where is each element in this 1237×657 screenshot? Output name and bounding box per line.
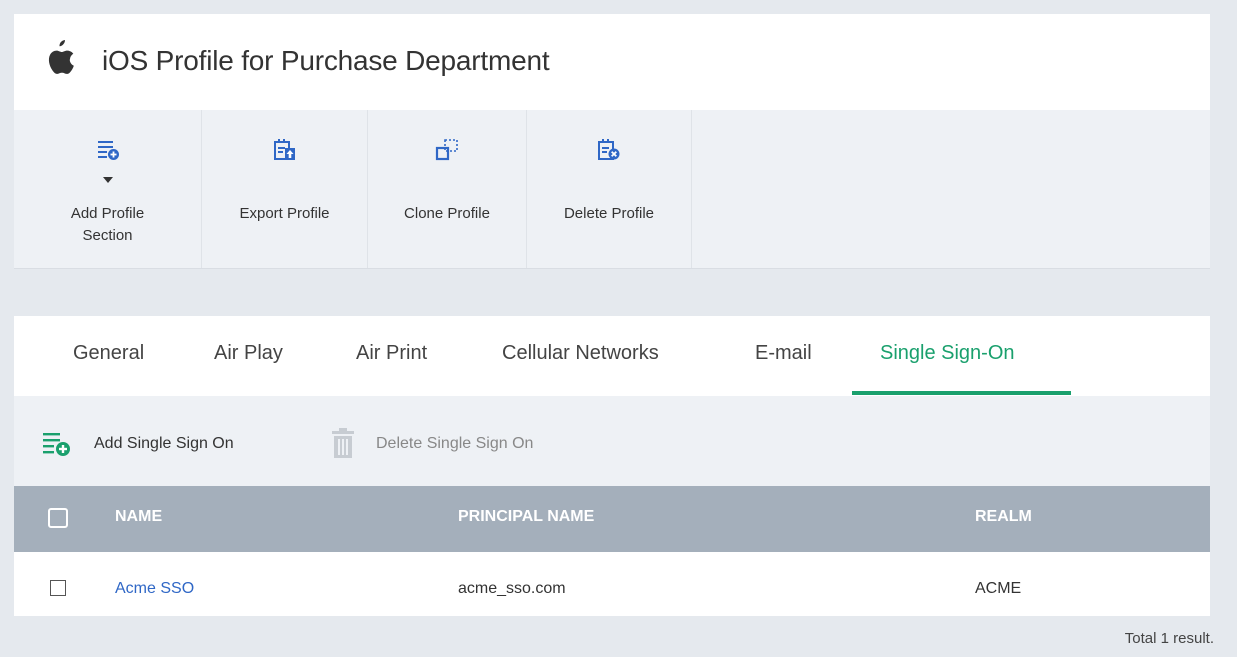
row-checkbox[interactable] (50, 580, 66, 596)
export-profile-label: Export Profile (239, 205, 330, 222)
export-icon (273, 139, 295, 160)
delete-profile-button[interactable]: Delete Profile (527, 110, 692, 268)
add-list-icon (43, 433, 70, 456)
row-realm: ACME (975, 580, 1022, 597)
add-profile-label-line1: Add Profile (70, 205, 145, 222)
select-all-checkbox[interactable] (48, 508, 68, 528)
clone-profile-button[interactable]: Clone Profile (368, 110, 527, 268)
delete-profile-label: Delete Profile (563, 205, 655, 222)
clone-icon (435, 139, 458, 161)
export-profile-button[interactable]: Export Profile (202, 110, 368, 268)
page-title: iOS Profile for Purchase Department (102, 45, 550, 76)
chevron-down-icon (102, 177, 113, 183)
delete-doc-icon (598, 139, 620, 160)
table-header: NAME PRINCIPAL NAME REALM (14, 486, 1210, 552)
add-single-sign-on-button[interactable]: Add Single Sign On (94, 435, 234, 453)
apple-icon (48, 40, 74, 74)
trash-icon (332, 428, 354, 458)
tab-bar: General Air Play Air Print Cellular Netw… (14, 316, 1210, 397)
row-name-link[interactable]: Acme SSO (115, 580, 194, 598)
column-header-principal-name[interactable]: PRINCIPAL NAME (458, 508, 594, 526)
add-profile-label-line2: Section (82, 227, 133, 244)
profile-panel: iOS Profile for Purchase Department Add … (14, 14, 1214, 657)
tab-email[interactable]: E-mail (755, 342, 812, 365)
tab-single-sign-on[interactable]: Single Sign-On (880, 342, 1015, 365)
table-footer: Total 1 result. (14, 616, 1214, 657)
add-list-icon (97, 141, 119, 160)
action-bar: Add Single Sign On Delete Single Sign On (14, 396, 1210, 486)
table-row: Acme SSO acme_sso.com ACME (14, 552, 1210, 616)
row-principal-name: acme_sso.com (458, 580, 566, 597)
add-profile-section-button[interactable]: Add Profile Section (14, 110, 202, 268)
clone-profile-label: Clone Profile (404, 205, 490, 222)
tab-general[interactable]: General (73, 342, 144, 365)
column-header-realm[interactable]: REALM (975, 508, 1032, 526)
tab-air-play[interactable]: Air Play (214, 342, 283, 365)
column-header-name[interactable]: NAME (115, 508, 162, 526)
tab-air-print[interactable]: Air Print (356, 342, 427, 365)
tab-cellular-networks[interactable]: Cellular Networks (502, 342, 659, 365)
total-results: Total 1 result. (1124, 630, 1214, 647)
delete-single-sign-on-button[interactable]: Delete Single Sign On (376, 435, 533, 453)
toolbar: Add Profile Section Export Profile Clone… (14, 110, 1210, 269)
title-bar: iOS Profile for Purchase Department (14, 14, 1210, 110)
active-tab-indicator (852, 391, 1071, 395)
